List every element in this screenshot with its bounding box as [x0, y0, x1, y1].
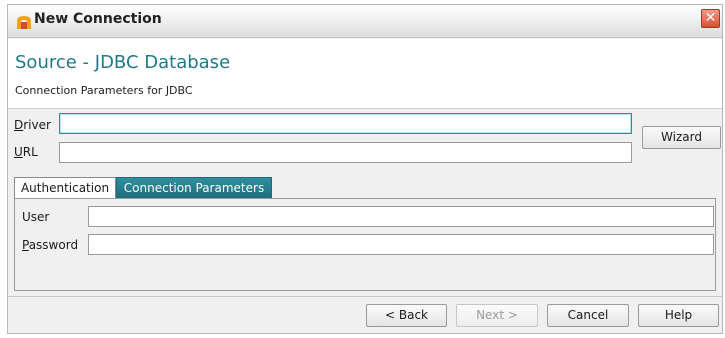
- close-button[interactable]: ✕: [701, 9, 720, 28]
- driver-label-rest: river: [23, 118, 51, 132]
- window-title: New Connection: [34, 11, 162, 27]
- cancel-button[interactable]: Cancel: [547, 304, 629, 327]
- header-divider: [8, 108, 722, 109]
- page-subtitle: Connection Parameters for JDBC: [15, 84, 193, 97]
- help-button[interactable]: Help: [638, 304, 719, 327]
- wizard-button[interactable]: Wizard: [642, 126, 721, 149]
- back-button[interactable]: < Back: [366, 304, 447, 327]
- tab-authentication[interactable]: Authentication: [14, 177, 116, 199]
- url-field[interactable]: [59, 142, 632, 163]
- url-label-mnemonic: U: [14, 145, 23, 159]
- driver-label: Driver: [14, 118, 51, 132]
- password-label: Password: [22, 238, 78, 252]
- driver-field[interactable]: [59, 113, 632, 134]
- wizard-header: [8, 39, 722, 109]
- user-field[interactable]: [88, 206, 714, 227]
- user-label: User: [22, 210, 50, 224]
- driver-label-mnemonic: D: [14, 118, 24, 132]
- tab-connection-parameters[interactable]: Connection Parameters: [116, 177, 272, 199]
- password-field[interactable]: [88, 234, 714, 255]
- password-label-mnemonic: P: [22, 238, 29, 252]
- password-label-rest: assword: [28, 238, 79, 252]
- footer-divider: [8, 296, 722, 297]
- page-title: Source - JDBC Database: [15, 52, 231, 73]
- next-button[interactable]: Next >: [456, 304, 538, 327]
- app-logo-icon: [17, 16, 31, 29]
- url-label-rest: RL: [22, 145, 38, 159]
- url-label: URL: [14, 145, 38, 159]
